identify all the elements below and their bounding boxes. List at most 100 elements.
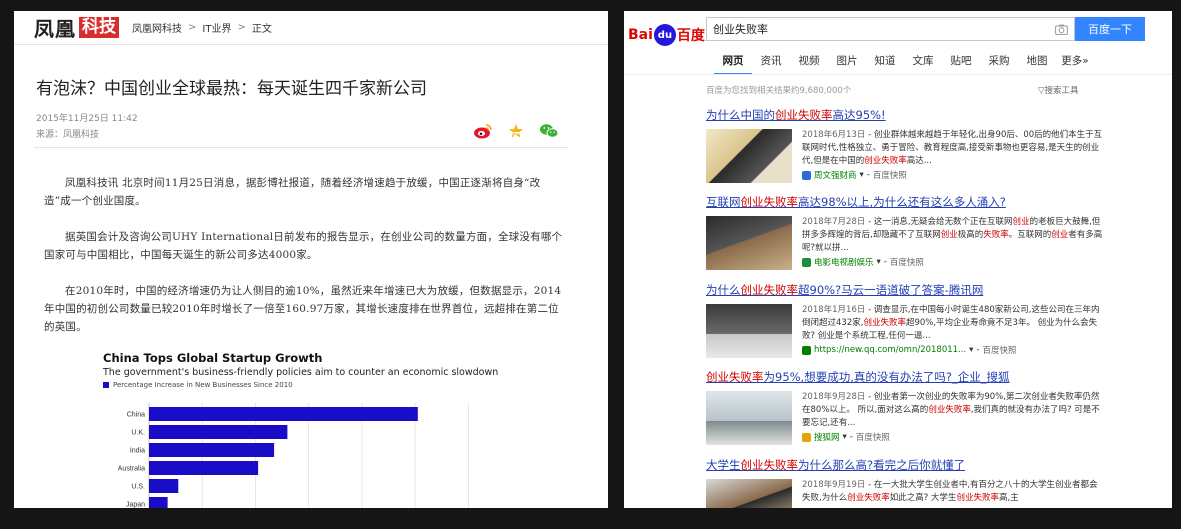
result-title-link[interactable]: 互联网创业失败率高达98%以上,为什么还有这么多人涌入? (706, 194, 1106, 210)
result-snippet-text: 高达... (906, 156, 932, 166)
startup-growth-chart: China Tops Global Startup Growth The gov… (103, 351, 503, 508)
breadcrumb-separator: > (188, 22, 197, 33)
site-header: 凤凰 科技 凤凰网科技 > IT业界 > 正文 (14, 11, 608, 45)
camera-icon[interactable] (1055, 24, 1068, 35)
breadcrumb: 凤凰网科技 > IT业界 > 正文 (132, 20, 272, 35)
ifeng-tech-logo[interactable]: 科技 (79, 17, 119, 38)
result-title-link[interactable]: 为什么中国的创业失败率高达95%! (706, 107, 1106, 123)
result-thumbnail[interactable] (706, 129, 792, 183)
tab-6[interactable]: 贴吧 (942, 53, 980, 75)
weibo-icon[interactable] (473, 123, 493, 139)
result-title-text: 高达98%以上,为什么还有这么多人涌入? (798, 195, 1006, 209)
tab-8[interactable]: 地图 (1018, 53, 1056, 75)
chart-bar-us (149, 479, 179, 493)
result-title-link[interactable]: 大学生创业失败率为什么那么高?看完之后你就懂了 (706, 457, 1106, 473)
chart-bar-uk (149, 425, 288, 439)
tab-2[interactable]: 视频 (790, 53, 828, 75)
tab-5[interactable]: 文库 (904, 53, 942, 75)
result-source: 电影电视剧娱乐 ▾ - 百度快照 (802, 256, 1106, 268)
result-thumbnail[interactable] (706, 304, 792, 358)
result-source: 搜狐网 ▾ - 百度快照 (802, 431, 1106, 443)
result-body: 2018年1月16日 - 调查显示,在中国每小时诞生480家新公司,这些公司在三… (706, 304, 1106, 358)
result-source-link[interactable]: 周文强财商 (814, 169, 857, 181)
result-thumbnail[interactable] (706, 479, 792, 508)
search-tabs: 网页 资讯 视频 图片 知道 文库 贴吧 采购 地图 更多» (714, 53, 1094, 75)
keyword-highlight: 创业 (1051, 230, 1069, 240)
baidu-logo[interactable]: Bai du 百度 (628, 24, 705, 46)
result-title-link[interactable]: 为什么创业失败率超90%?马云一语道破了答案-腾讯网 (706, 282, 1106, 298)
cache-link[interactable]: 百度快照 (873, 169, 907, 181)
tab-9[interactable]: 更多» (1056, 53, 1094, 75)
result-text: 2018年7月28日 - 这一消息,无疑会给无数个正在互联网创业的老板巨大鼓舞,… (802, 216, 1106, 270)
result-title-text: 为什么那么高?看完之后你就懂了 (798, 458, 966, 472)
result-body: 2018年7月28日 - 这一消息,无疑会给无数个正在互联网创业的老板巨大鼓舞,… (706, 216, 1106, 270)
breadcrumb-item-ifeng-tech[interactable]: 凤凰网科技 (132, 20, 182, 35)
tab-7[interactable]: 采购 (980, 53, 1018, 75)
result-snippet-text: - 这一消息,无疑会给无数个正在互联网 (868, 217, 1013, 227)
result-source-link[interactable]: 电影电视剧娱乐 (814, 256, 874, 268)
chart-category-label: China (127, 412, 145, 419)
chevron-down-icon[interactable]: ▾ (860, 170, 864, 180)
keyword-highlight: 创业失败率 (864, 156, 907, 166)
separator: - (976, 345, 980, 355)
source-favicon-icon (802, 345, 811, 355)
breadcrumb-item-it-industry[interactable]: IT业界 (202, 20, 231, 35)
chart-bar-india (149, 443, 275, 457)
result-thumbnail[interactable] (706, 391, 792, 445)
result-snippet: 2018年9月28日 - 创业者第一次创业的失败率为90%,第二次创业者失败率仍… (802, 391, 1106, 430)
news-article-window: 凤凰 科技 凤凰网科技 > IT业界 > 正文 有泡沫？中国创业全球最热：每天诞… (14, 11, 608, 508)
chart-bar-japan (149, 497, 168, 508)
chevron-down-icon[interactable]: ▾ (969, 345, 973, 355)
keyword-highlight: 创业失败率 (740, 195, 799, 209)
tab-3[interactable]: 图片 (828, 53, 866, 75)
result-source-link[interactable]: 搜狐网 (814, 431, 840, 443)
result-title-text: 超90%?马云一语道破了答案-腾讯网 (798, 283, 984, 297)
chart-category-label: U.S. (131, 484, 145, 491)
separator: - (849, 432, 853, 442)
keyword-highlight: 失败率 (983, 230, 1009, 240)
search-result: 互联网创业失败率高达98%以上,为什么还有这么多人涌入? 2018年7月28日 -… (706, 194, 1106, 270)
result-body: 2018年9月28日 - 创业者第一次创业的失败率为90%,第二次创业者失败率仍… (706, 391, 1106, 445)
result-title-text: 大学生 (706, 458, 741, 472)
ifeng-logo[interactable]: 凤凰 (34, 13, 76, 42)
article-title: 有泡沫？中国创业全球最热：每天诞生四千家新公司 (36, 79, 427, 99)
wechat-icon[interactable] (539, 123, 559, 139)
keyword-highlight: 创业失败率 (928, 405, 971, 415)
chart-legend: Percentage Increase in New Businesses Si… (103, 381, 503, 389)
result-count: 百度为您找到相关结果约9,680,000个 (706, 86, 852, 96)
header-divider (34, 147, 568, 148)
result-snippet-text: 如此之高? 大学生 (889, 493, 957, 503)
cache-link[interactable]: 百度快照 (983, 344, 1017, 356)
search-tools-button[interactable]: ▽搜索工具 (1038, 84, 1079, 96)
article-paragraph-1: 凤凰科技讯 北京时间11月25日消息，据彭博社报道，随着经济增速趋于放缓，中国正… (44, 177, 541, 207)
result-snippet: 2018年7月28日 - 这一消息,无疑会给无数个正在互联网创业的老板巨大鼓舞,… (802, 216, 1106, 255)
result-source-link[interactable]: https://new.qq.com/omn/2018011... (814, 345, 966, 355)
qzone-star-icon[interactable] (508, 123, 524, 139)
result-snippet: 2018年9月19日 - 在一大批大学生创业者中,有百分之八十的大学生创业者都会… (802, 479, 1106, 505)
baidu-logo-bai: Bai (628, 27, 653, 43)
tab-4[interactable]: 知道 (866, 53, 904, 75)
cache-link[interactable]: 百度快照 (890, 256, 924, 268)
chevron-down-icon[interactable]: ▾ (877, 257, 881, 267)
result-title-link[interactable]: 创业失败率为95%,想要成功,真的没有办法了吗?_企业_搜狐 (706, 369, 1106, 385)
tab-1[interactable]: 资讯 (752, 53, 790, 75)
keyword-highlight: 创业失败率 (775, 108, 833, 122)
keyword-highlight: 创业 (1012, 217, 1030, 227)
tabs-divider (624, 74, 1172, 75)
search-tools-label: 搜索工具 (1044, 86, 1079, 96)
chart-category-label: India (130, 448, 145, 455)
keyword-highlight: 创业 (940, 230, 958, 240)
result-thumbnail[interactable] (706, 216, 792, 270)
source-favicon-icon (802, 432, 811, 442)
result-source: https://new.qq.com/omn/2018011... ▾ - 百度快照 (802, 344, 1106, 356)
search-button[interactable]: 百度一下 (1075, 17, 1145, 41)
search-input[interactable]: 创业失败率 (706, 17, 1075, 41)
result-snippet: 2018年1月16日 - 调查显示,在中国每小时诞生480家新公司,这些公司在三… (802, 304, 1106, 343)
article-paragraph-2: 据英国会计及咨询公司UHY International日前发布的报告显示，在创业… (44, 231, 563, 261)
article-date: 2015年11月25日 11:42 (36, 114, 138, 124)
tab-0[interactable]: 网页 (714, 53, 752, 75)
chevron-down-icon[interactable]: ▾ (843, 432, 847, 442)
result-snippet-text: 极高的 (957, 230, 984, 240)
result-title-text: 互联网 (706, 195, 741, 209)
cache-link[interactable]: 百度快照 (856, 431, 890, 443)
